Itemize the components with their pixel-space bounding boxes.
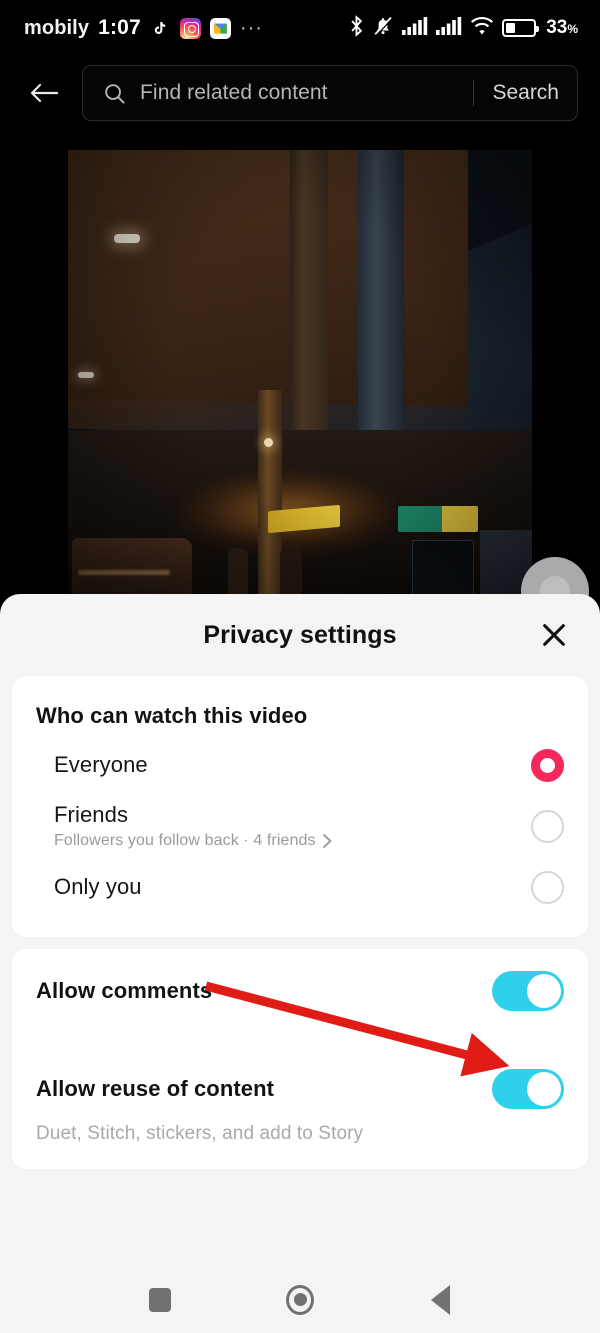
allow-reuse-subtitle: Duet, Stitch, stickers, and add to Story — [36, 1123, 364, 1144]
search-button[interactable]: Search — [474, 81, 577, 105]
video-preview[interactable] — [68, 150, 532, 610]
search-header: Find related content Search — [0, 62, 600, 124]
radio-everyone[interactable] — [531, 748, 564, 782]
radio-only-you[interactable] — [531, 870, 564, 904]
status-bar-left: mobily 1:07 ··· — [24, 16, 263, 40]
privacy-settings-sheet: Privacy settings Who can watch this vide… — [0, 594, 600, 1266]
wifi-icon — [470, 16, 494, 40]
instagram-icon — [179, 17, 201, 39]
home-button[interactable] — [276, 1276, 324, 1324]
option-friends[interactable]: Friends Followers you follow back · 4 fr… — [36, 793, 564, 859]
row-allow-comments[interactable]: Allow comments — [36, 949, 564, 1019]
option-only-you[interactable]: Only you — [36, 859, 564, 915]
allow-comments-label: Allow comments — [36, 978, 213, 1003]
battery-percent-label: 33% — [546, 17, 578, 38]
radio-friends[interactable] — [531, 809, 564, 843]
carrier-label: mobily — [24, 16, 90, 39]
page-title: Privacy settings — [203, 620, 397, 649]
silent-mode-icon — [372, 15, 394, 42]
option-friends-text: Friends Followers you follow back · 4 fr… — [54, 802, 333, 850]
allow-comments-toggle[interactable] — [492, 971, 564, 1011]
who-can-watch-card: Who can watch this video Everyone Friend… — [12, 676, 588, 937]
sheet-header: Privacy settings — [0, 594, 600, 676]
close-icon[interactable] — [534, 615, 574, 655]
allow-reuse-toggle[interactable] — [492, 1069, 564, 1109]
back-arrow-icon[interactable] — [24, 73, 64, 113]
card-bottom-spacer — [36, 915, 564, 937]
allow-reuse-label: Allow reuse of content — [36, 1076, 275, 1101]
android-navigation-bar — [0, 1266, 600, 1333]
status-bar-right: 33% — [349, 14, 578, 42]
option-friends-label: Friends — [54, 802, 129, 827]
clock-label: 1:07 — [98, 16, 141, 39]
more-apps-icon: ··· — [239, 17, 263, 39]
signal-2-icon — [436, 16, 462, 40]
option-friends-subtitle: Followers you follow back · 4 friends — [54, 832, 333, 850]
chevron-right-icon[interactable] — [322, 833, 333, 849]
battery-icon — [502, 19, 540, 37]
search-icon — [103, 82, 126, 105]
option-everyone-text: Everyone — [54, 752, 148, 778]
status-bar: mobily 1:07 ··· 33% — [0, 0, 600, 56]
option-everyone[interactable]: Everyone — [36, 737, 564, 793]
search-placeholder-text: Find related content — [140, 81, 328, 104]
option-friends-subtitle-text: Followers you follow back · 4 friends — [54, 832, 316, 849]
option-only-you-text: Only you — [54, 874, 142, 900]
recents-button[interactable] — [136, 1276, 184, 1324]
tiktok-icon — [149, 17, 171, 39]
permissions-card: Allow comments Allow reuse of content Du… — [12, 949, 588, 1169]
option-everyone-label: Everyone — [54, 752, 148, 777]
option-only-you-label: Only you — [54, 874, 142, 899]
phone-screen: mobily 1:07 ··· 33% Find related content… — [0, 0, 600, 1333]
bluetooth-icon — [349, 14, 364, 42]
toggle-gap — [36, 1019, 564, 1051]
back-button[interactable] — [416, 1276, 464, 1324]
signal-1-icon — [402, 16, 428, 40]
row-allow-reuse[interactable]: Allow reuse of content — [36, 1051, 564, 1117]
gmail-icon — [209, 17, 231, 39]
video-scene-gas-station — [68, 150, 532, 610]
search-input[interactable]: Find related content Search — [82, 65, 578, 121]
card-title-who-can-watch: Who can watch this video — [36, 703, 308, 728]
